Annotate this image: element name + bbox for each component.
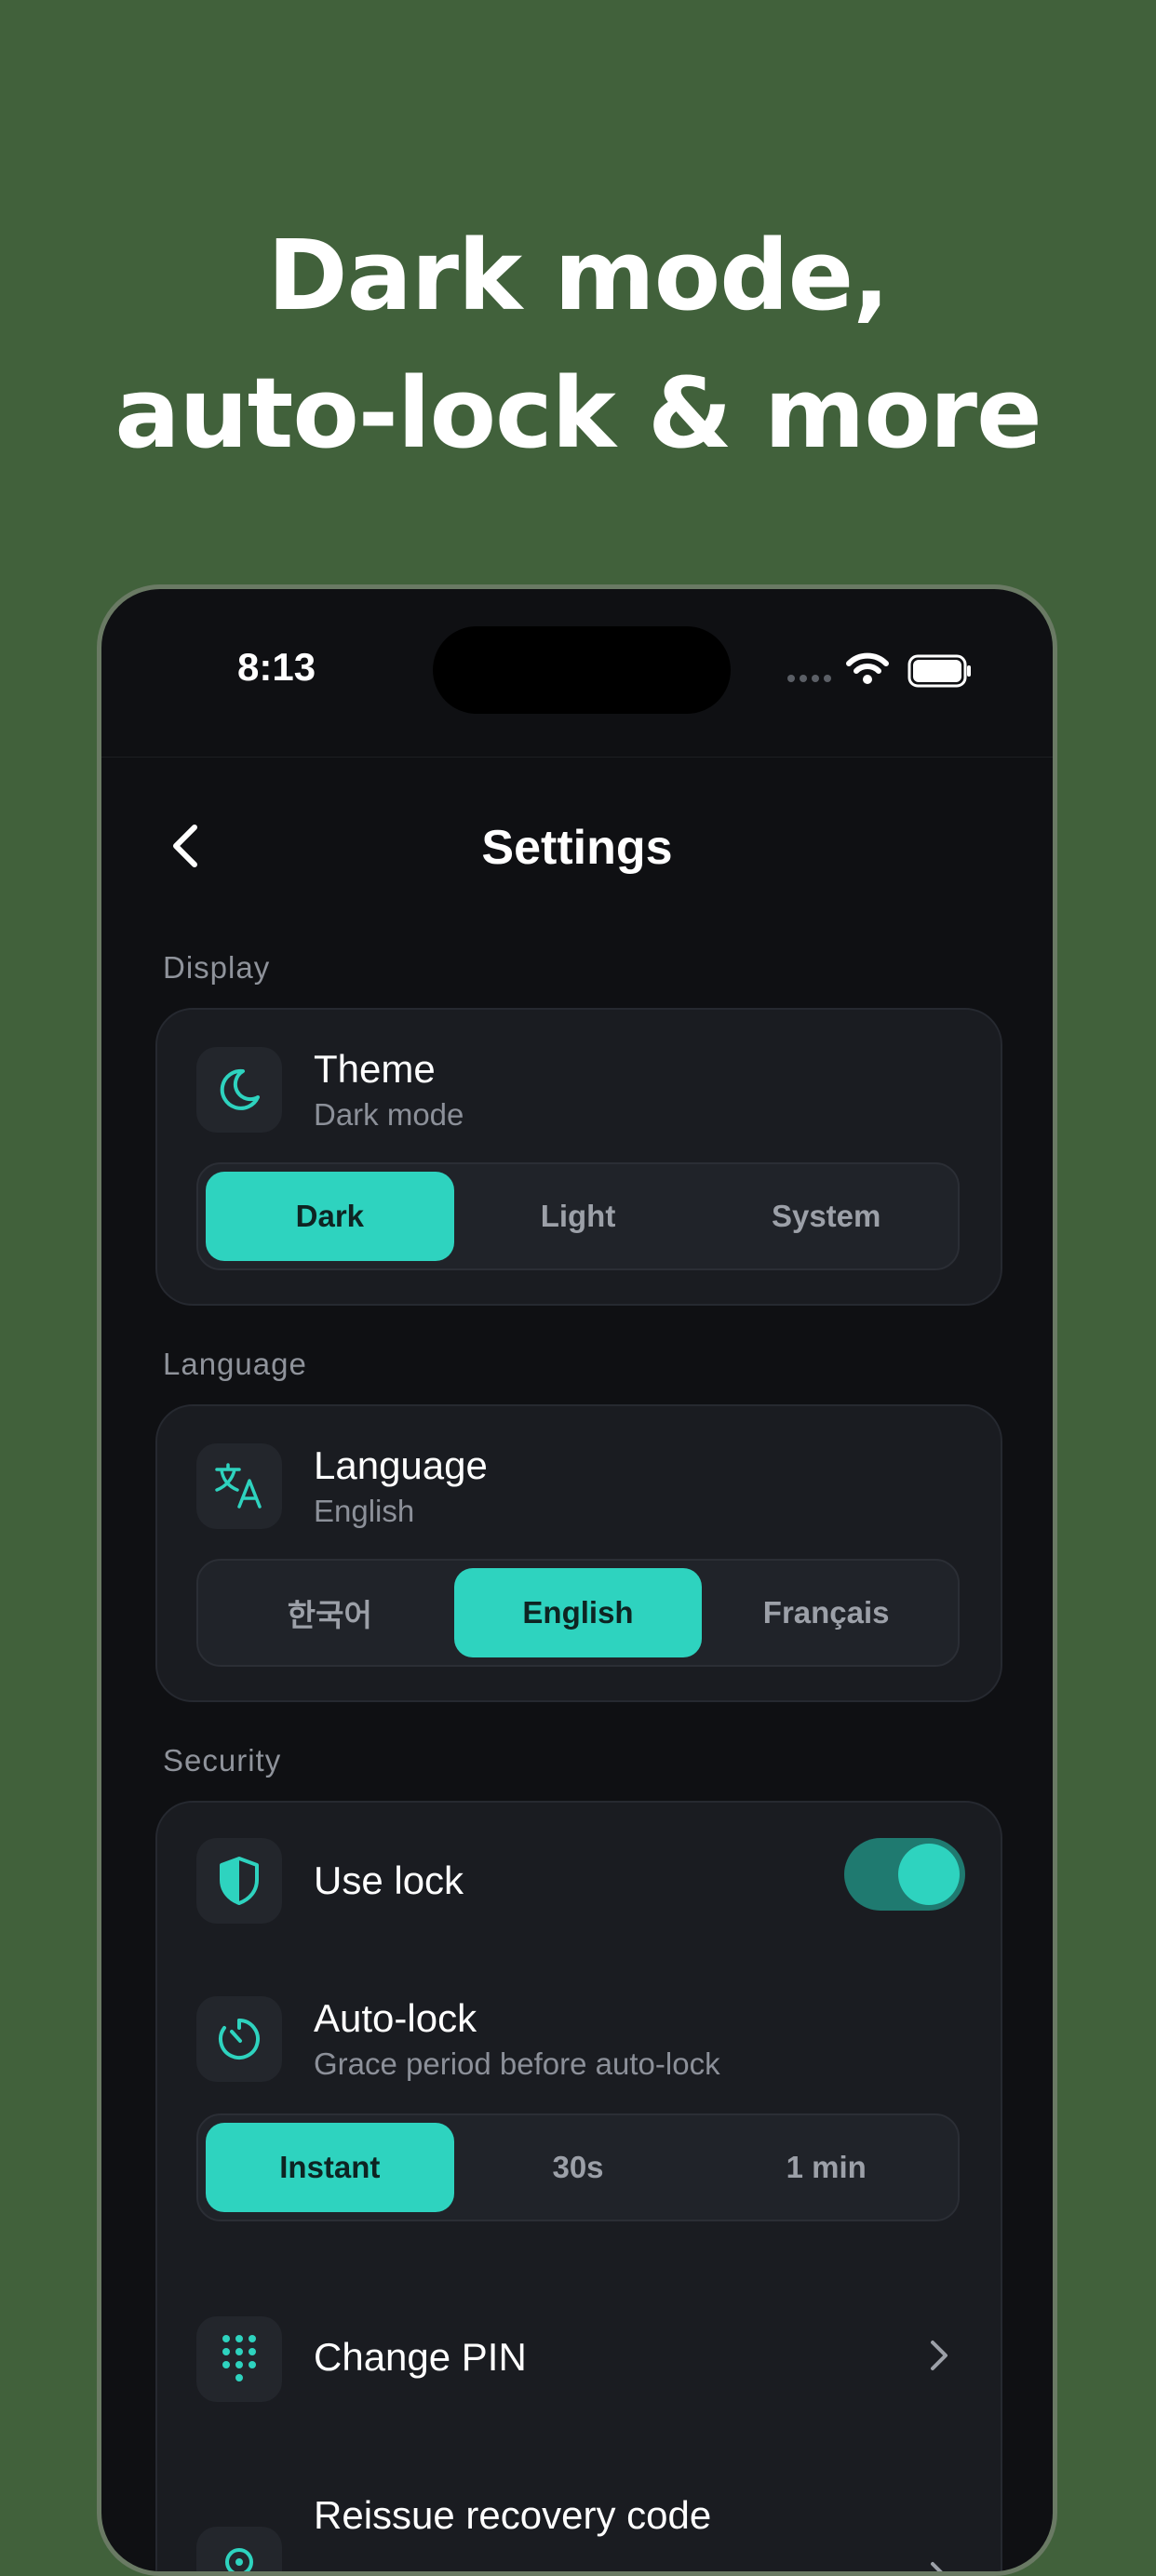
use-lock-row: Use lock	[196, 1838, 965, 1925]
chevron-right-icon	[931, 2562, 943, 2571]
section-label-language: Language	[163, 1347, 307, 1381]
page-title: Settings	[481, 821, 673, 875]
section-label-display: Display	[163, 950, 271, 985]
shield-icon	[220, 1857, 259, 1905]
dynamic-island	[433, 626, 731, 714]
chevron-right-icon	[931, 2341, 948, 2370]
language-option-korean[interactable]: 한국어	[206, 1568, 454, 1657]
recovery-icon-box	[196, 2527, 282, 2571]
theme-icon-box	[196, 1047, 282, 1133]
card-security: Use lock Auto-lock Grace period before a…	[155, 1801, 1002, 2571]
toggle-knob	[898, 1844, 960, 1905]
headline-line-2: auto-lock & more	[114, 356, 1042, 470]
cellular-signal-icon	[787, 675, 831, 682]
headline-line-1: Dark mode,	[267, 219, 889, 332]
change-pin-icon-box	[196, 2316, 282, 2402]
keypad-icon	[222, 2335, 256, 2381]
timer-icon	[219, 2019, 260, 2059]
card-display: Theme Dark mode Dark Light System	[155, 1008, 1002, 1306]
language-icon-box	[196, 1443, 282, 1529]
card-language: Language English 한국어 English Français	[155, 1404, 1002, 1702]
language-option-english[interactable]: English	[453, 1568, 703, 1657]
auto-lock-title: Auto-lock	[314, 1996, 477, 2040]
language-option-french[interactable]: Français	[702, 1568, 950, 1657]
theme-subtitle: Dark mode	[314, 1097, 464, 1132]
auto-lock-option-instant[interactable]: Instant	[206, 2123, 454, 2212]
theme-option-dark[interactable]: Dark	[206, 1172, 454, 1261]
theme-option-light[interactable]: Light	[454, 1172, 703, 1261]
auto-lock-option-30s[interactable]: 30s	[454, 2123, 703, 2212]
theme-title: Theme	[314, 1047, 436, 1091]
language-subtitle: English	[314, 1494, 415, 1528]
status-bar: 8:13	[101, 589, 1053, 758]
nav-bar: Settings	[101, 803, 1053, 887]
theme-option-system[interactable]: System	[702, 1172, 950, 1261]
key-icon	[225, 2548, 253, 2571]
change-pin-row[interactable]: Change PIN	[196, 2316, 965, 2404]
auto-lock-row: Auto-lock Grace period before auto-lock	[196, 1996, 965, 2084]
language-segmented-control: 한국어 English Français	[196, 1559, 960, 1667]
status-time: 8:13	[237, 645, 316, 689]
auto-lock-subtitle: Grace period before auto-lock	[314, 2046, 720, 2081]
auto-lock-segmented-control: Instant 30s 1 min	[196, 2113, 960, 2221]
use-lock-title: Use lock	[314, 1858, 464, 1902]
translate-icon	[215, 1463, 262, 1509]
use-lock-icon-box	[196, 1838, 282, 1924]
recovery-code-title: Reissue recovery code	[314, 2493, 712, 2537]
auto-lock-icon-box	[196, 1996, 282, 2082]
recovery-code-row[interactable]: Reissue recovery code	[196, 2493, 965, 2571]
section-label-security: Security	[163, 1743, 282, 1778]
theme-segmented-control: Dark Light System	[196, 1162, 960, 1270]
wifi-icon	[846, 652, 889, 684]
phone-frame: 8:13 Settings Display Theme Dark mode Da…	[97, 584, 1057, 2576]
use-lock-toggle[interactable]	[844, 1838, 965, 1911]
auto-lock-option-1min[interactable]: 1 min	[702, 2123, 950, 2212]
theme-row: Theme Dark mode	[196, 1047, 965, 1134]
headline: Dark mode, auto-lock & more	[0, 207, 1156, 482]
language-row: Language English	[196, 1443, 965, 1531]
moon-icon	[220, 1068, 260, 1110]
battery-icon	[907, 654, 971, 688]
language-title: Language	[314, 1443, 488, 1487]
change-pin-title: Change PIN	[314, 2335, 527, 2379]
